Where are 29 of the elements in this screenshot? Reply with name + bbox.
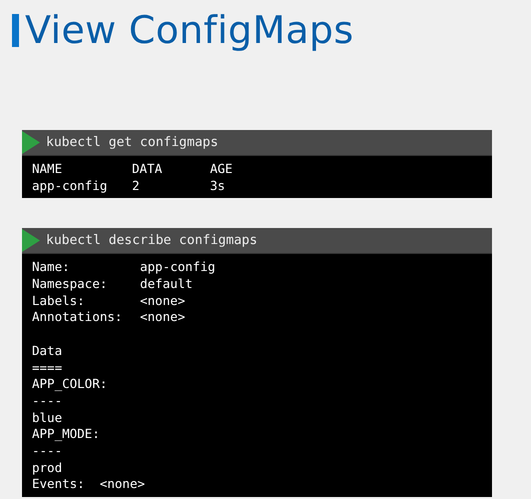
output-line: Events: <none> [32, 476, 145, 494]
column-header: DATA [132, 161, 162, 178]
table-cell: app-config [32, 178, 108, 194]
command-text: kubectl describe configmaps [46, 233, 258, 248]
output-line: Data [32, 342, 62, 360]
output-line: APP_COLOR: [32, 376, 108, 393]
table-cell: 2 [132, 178, 140, 194]
field-label: Annotations: [32, 309, 124, 326]
column-header: NAME [32, 161, 62, 178]
play-icon [22, 228, 40, 254]
output-line: ---- [32, 442, 62, 460]
output-line: ==== [32, 360, 62, 376]
field-value: <none> [140, 292, 186, 310]
field-value: <none> [140, 309, 186, 326]
field-label: Name: [32, 259, 71, 276]
output-line: ---- [32, 392, 62, 410]
command-text: kubectl get configmaps [46, 135, 218, 150]
field-label: Namespace: [32, 276, 108, 293]
title-accent-bar [12, 14, 19, 46]
column-header: AGE [210, 161, 233, 178]
output-line: prod [32, 460, 62, 476]
play-icon [22, 130, 40, 155]
field-value: app-config [140, 259, 216, 276]
table-cell: 3s [210, 178, 226, 194]
field-value: default [140, 276, 193, 293]
output-line: APP_MODE: [32, 426, 100, 443]
slide-title: View ConfigMaps [25, 8, 354, 52]
field-label: Labels: [32, 292, 86, 310]
output-line: blue [32, 410, 62, 426]
